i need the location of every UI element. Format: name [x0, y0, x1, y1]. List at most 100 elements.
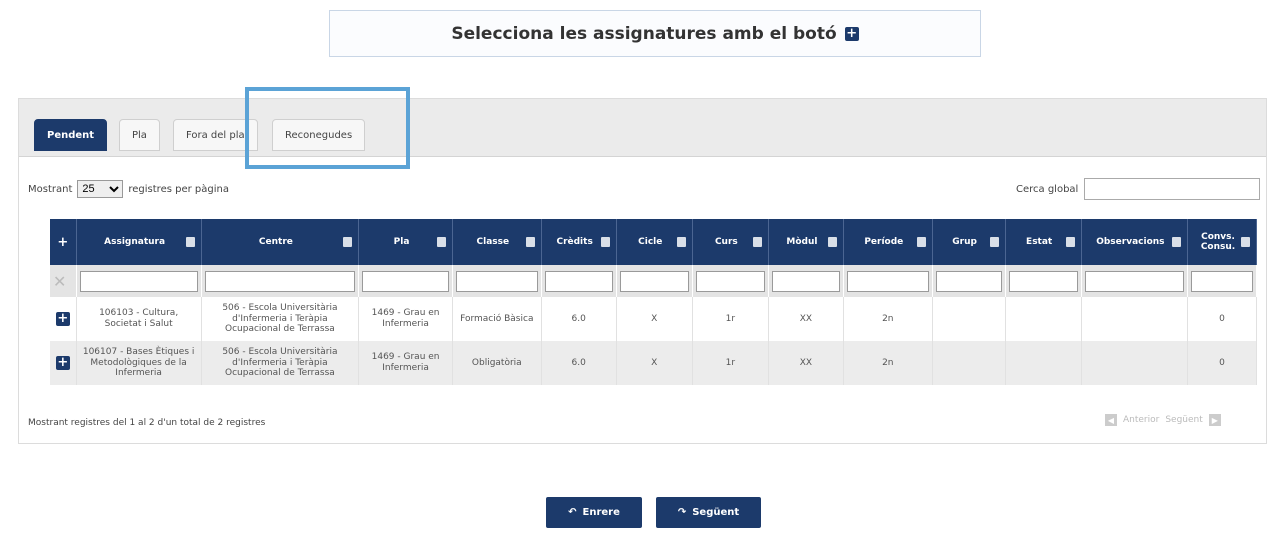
tabs-bar: Pendent Pla Fora del pla Reconegudes: [19, 99, 1266, 157]
filter-input[interactable]: [79, 270, 198, 292]
filter-input[interactable]: [1191, 270, 1253, 292]
cell-credits: 6.0: [541, 341, 617, 385]
col-header-modul[interactable]: Mòdul: [768, 219, 844, 265]
col-header-classe[interactable]: Classe: [452, 219, 542, 265]
cell-classe: Obligatòria: [452, 341, 542, 385]
cell-periode: 2n: [843, 341, 933, 385]
global-search: Cerca global: [1016, 178, 1261, 200]
cell-observacions: [1081, 297, 1189, 341]
filter-row: ✕: [50, 265, 1257, 297]
filter-input[interactable]: [935, 270, 1002, 292]
col-header-observacions[interactable]: Observacions: [1081, 219, 1189, 265]
sort-icon: [436, 237, 446, 247]
cell-grup: [932, 297, 1006, 341]
back-button-label: Enrere: [582, 507, 620, 518]
sort-icon: [676, 237, 686, 247]
cell-credits: 6.0: [541, 297, 617, 341]
prev-page-link[interactable]: Anterior: [1123, 415, 1159, 425]
cell-convs-consu: 0: [1187, 341, 1257, 385]
filter-cell: [1187, 265, 1257, 297]
filter-input[interactable]: [455, 270, 538, 292]
filter-cell: [843, 265, 933, 297]
plus-square-icon[interactable]: +: [55, 311, 70, 326]
filter-input[interactable]: [695, 270, 765, 292]
col-header-pla[interactable]: Pla: [358, 219, 453, 265]
cell-estat: [1005, 297, 1082, 341]
tab-pla[interactable]: Pla: [119, 119, 160, 151]
clear-filters-cell[interactable]: ✕: [50, 265, 77, 297]
instruction-banner: Selecciona les assignatures amb el botó …: [329, 10, 981, 57]
filter-input[interactable]: [204, 270, 356, 292]
next-button[interactable]: ↷ Següent: [656, 497, 761, 528]
page-length-control: Mostrant 25 registres per pàgina: [28, 180, 229, 198]
sort-icon: [600, 237, 610, 247]
tab-reconegudes[interactable]: Reconegudes: [272, 119, 366, 151]
banner-text: Selecciona les assignatures amb el botó: [451, 23, 837, 44]
sort-icon: [752, 237, 762, 247]
row-select-cell[interactable]: +: [50, 341, 77, 385]
col-header-grup[interactable]: Grup: [932, 219, 1006, 265]
sort-icon: [1172, 237, 1182, 247]
undo-arrow-icon: ↶: [568, 507, 577, 518]
back-button[interactable]: ↶ Enrere: [546, 497, 642, 528]
plus-square-icon[interactable]: +: [55, 355, 70, 370]
filter-cell: [1081, 265, 1189, 297]
cell-periode: 2n: [843, 297, 933, 341]
filter-cell: [692, 265, 769, 297]
length-suffix: registres per pàgina: [128, 183, 229, 195]
filter-cell: [76, 265, 202, 297]
cell-modul: XX: [768, 297, 844, 341]
table-row: + 106107 - Bases Ètiques i Metodològique…: [50, 341, 1257, 385]
col-header-curs[interactable]: Curs: [692, 219, 769, 265]
sort-icon: [343, 237, 353, 247]
cell-cicle: X: [616, 297, 693, 341]
filter-input[interactable]: [1084, 270, 1185, 292]
cell-grup: [932, 341, 1006, 385]
pagination: ◀ Anterior Següent ▶: [1105, 414, 1221, 426]
filter-input[interactable]: [362, 270, 449, 292]
next-button-label: Següent: [692, 507, 740, 518]
filter-input[interactable]: [544, 270, 613, 292]
next-page-icon[interactable]: ▶: [1208, 414, 1221, 426]
select-all-header[interactable]: +: [50, 219, 77, 265]
cell-centre: 506 - Escola Universitària d'Infermeria …: [201, 341, 360, 385]
filter-cell: [201, 265, 360, 297]
cell-curs: 1r: [692, 341, 769, 385]
next-page-link[interactable]: Següent: [1165, 415, 1202, 425]
filter-input[interactable]: [619, 270, 689, 292]
prev-page-icon[interactable]: ◀: [1105, 414, 1117, 426]
filter-cell: [616, 265, 693, 297]
filter-input[interactable]: [1008, 270, 1078, 292]
col-header-assignatura[interactable]: Assignatura: [76, 219, 202, 265]
col-header-centre[interactable]: Centre: [201, 219, 360, 265]
length-prefix: Mostrant: [28, 183, 73, 195]
filter-input[interactable]: [771, 270, 840, 292]
table-row: + 106103 - Cultura, Societat i Salut 506…: [50, 297, 1257, 341]
cell-pla: 1469 - Grau en Infermeria: [358, 297, 453, 341]
search-input[interactable]: [1084, 178, 1261, 200]
cell-cicle: X: [616, 341, 693, 385]
tab-pendent[interactable]: Pendent: [34, 119, 108, 151]
cell-assignatura: 106107 - Bases Ètiques i Metodològiques …: [76, 341, 202, 385]
row-select-cell[interactable]: +: [50, 297, 77, 341]
cell-classe: Formació Bàsica: [452, 297, 542, 341]
page: Selecciona les assignatures amb el botó …: [0, 0, 1278, 547]
clear-icon[interactable]: ✕: [53, 272, 66, 291]
sort-icon: [1065, 237, 1075, 247]
tab-fora-del-pla[interactable]: Fora del pla: [173, 119, 258, 151]
cell-observacions: [1081, 341, 1189, 385]
cell-estat: [1005, 341, 1082, 385]
filter-cell: [541, 265, 617, 297]
sort-icon: [916, 237, 926, 247]
plus-square-icon[interactable]: +: [55, 235, 70, 250]
table-info: Mostrant registres del 1 al 2 d'un total…: [28, 418, 266, 428]
col-header-convs-consu[interactable]: Convs. Consu.: [1187, 219, 1257, 265]
filter-input[interactable]: [846, 270, 929, 292]
col-header-estat[interactable]: Estat: [1005, 219, 1082, 265]
filter-cell: [452, 265, 542, 297]
col-header-periode[interactable]: Període: [843, 219, 933, 265]
col-header-credits[interactable]: Crèdits: [541, 219, 617, 265]
sort-icon: [1241, 237, 1250, 247]
col-header-cicle[interactable]: Cicle: [616, 219, 693, 265]
page-length-select[interactable]: 25: [77, 180, 124, 198]
